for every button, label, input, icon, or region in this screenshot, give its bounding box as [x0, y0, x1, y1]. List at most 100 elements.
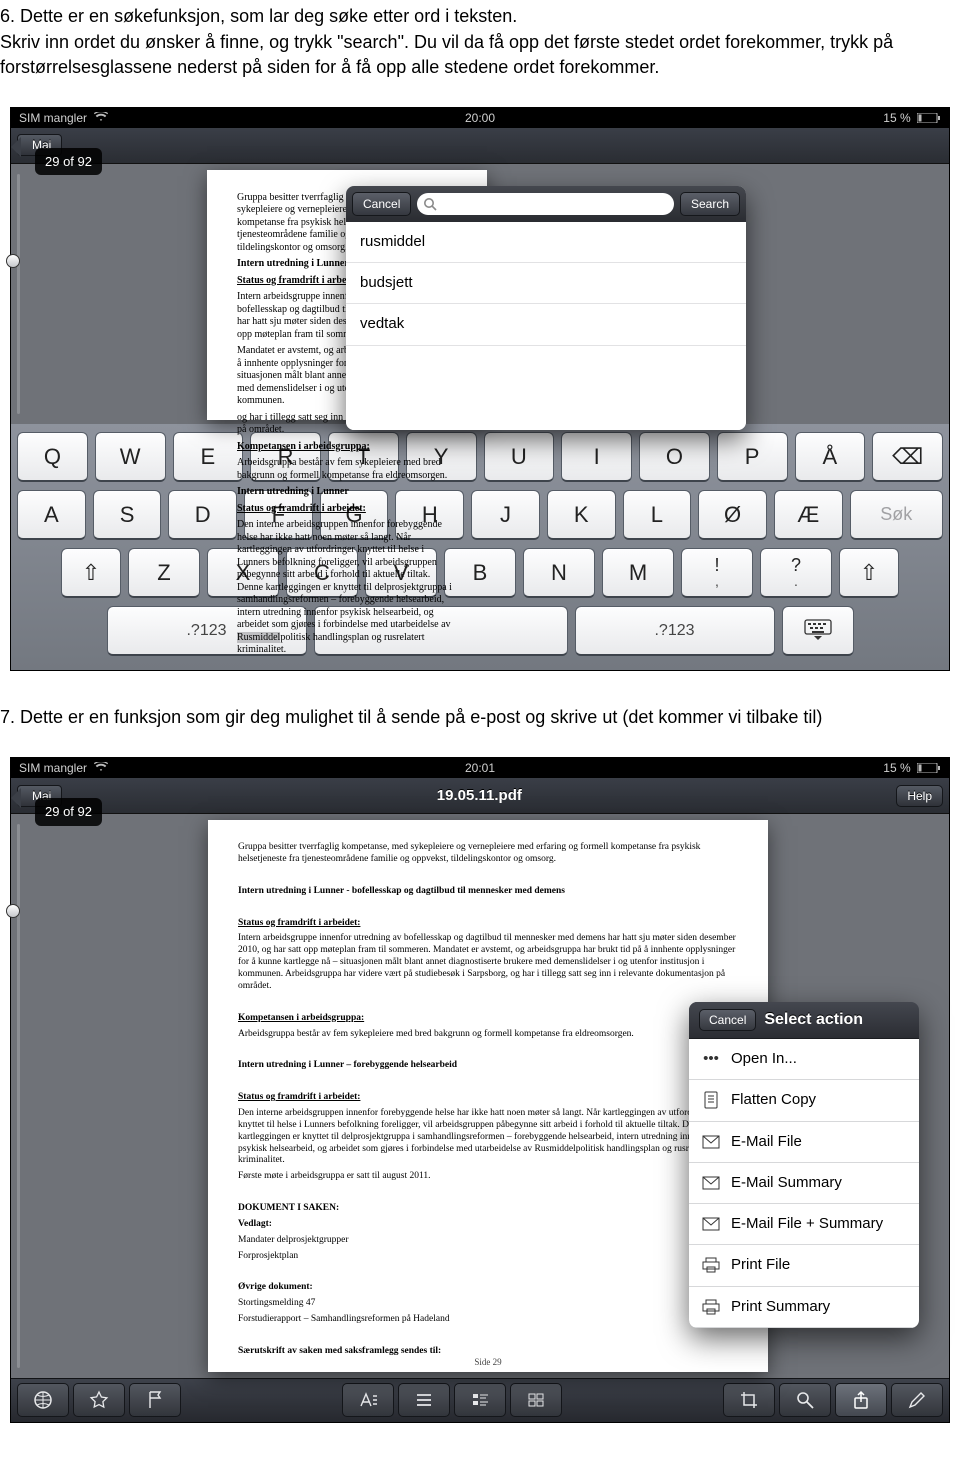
search-suggestion[interactable]: budsjett: [346, 263, 746, 304]
doc-heading: Intern utredning i Lunner - bofellesskap…: [238, 886, 738, 898]
action-email-file[interactable]: E-Mail File: [689, 1122, 919, 1163]
tool-text[interactable]: [342, 1383, 394, 1417]
instruction-6-line2: Skriv inn ordet du ønsker å finne, og tr…: [0, 30, 960, 79]
search-suggestion[interactable]: rusmiddel: [346, 222, 746, 263]
key-s[interactable]: S: [93, 490, 162, 540]
dots-icon: •••: [701, 1050, 721, 1068]
nav-bar: Mai 19.05.11.pdf Help: [11, 778, 949, 814]
key-backspace[interactable]: ⌫: [872, 432, 943, 482]
tool-browse[interactable]: [17, 1383, 69, 1417]
doc-heading: DOKUMENT I SAKEN:: [238, 1203, 738, 1215]
page-counter: 29 of 92: [35, 798, 102, 826]
nav-title: 19.05.11.pdf: [437, 786, 522, 806]
doc-text: Forprosjektplan: [238, 1251, 738, 1263]
key-l[interactable]: L: [623, 490, 692, 540]
key-e[interactable]: E: [173, 432, 244, 482]
search-suggestion[interactable]: vedtak: [346, 304, 746, 345]
scroll-track[interactable]: [11, 164, 27, 424]
key-numbers-right[interactable]: .?123: [575, 606, 775, 656]
tool-star[interactable]: [73, 1383, 125, 1417]
key-z[interactable]: Z: [128, 548, 200, 598]
instruction-6-line1: 6. Dette er en søkefunksjon, som lar deg…: [0, 4, 960, 28]
key-hide-keyboard[interactable]: [782, 606, 854, 656]
search-suggestions: rusmiddel budsjett vedtak: [346, 222, 746, 430]
key-d[interactable]: D: [168, 490, 237, 540]
scroll-thumb[interactable]: [6, 904, 20, 918]
status-bar: SIM mangler 20:00 15 %: [11, 108, 949, 128]
tool-crop[interactable]: [723, 1383, 775, 1417]
action-cancel-button[interactable]: Cancel: [699, 1009, 756, 1031]
page-number: Side 29: [208, 1357, 768, 1368]
search-input[interactable]: [417, 193, 674, 215]
key-k[interactable]: K: [547, 490, 616, 540]
doc-text: Intern arbeidsgruppe innenfor utredning …: [238, 933, 738, 992]
status-time: 20:00: [11, 110, 949, 126]
doc-heading: Vedlagt:: [238, 1219, 738, 1231]
instruction-7-line: 7. Dette er en funksjon som gir deg muli…: [0, 705, 960, 729]
doc-text: Arbeidsgruppa består av fem sykepleiere …: [237, 457, 457, 482]
doc-heading: Intern utredning i Lunner: [237, 486, 457, 499]
key-q[interactable]: Q: [17, 432, 88, 482]
action-print-file[interactable]: Print File: [689, 1245, 919, 1286]
tool-search[interactable]: [779, 1383, 831, 1417]
search-go-button[interactable]: Search: [680, 192, 740, 216]
doc-text: Den interne arbeidsgruppen innenfor fore…: [237, 519, 457, 657]
tool-share[interactable]: [835, 1383, 887, 1417]
key-search[interactable]: Søk: [850, 490, 943, 540]
doc-heading: Øvrige dokument:: [238, 1282, 738, 1294]
print-icon: [701, 1256, 721, 1274]
key-ae[interactable]: Æ: [774, 490, 843, 540]
doc-text: Forstudierapport – Samhandlingsreformen …: [238, 1314, 738, 1326]
key-j[interactable]: J: [471, 490, 540, 540]
key-aa[interactable]: Å: [795, 432, 866, 482]
key-shift-left[interactable]: ⇧: [61, 548, 121, 598]
tool-flag[interactable]: [129, 1383, 181, 1417]
nav-bar: Mai: [11, 128, 949, 164]
key-comma[interactable]: !,: [681, 548, 753, 598]
key-period[interactable]: ?.: [760, 548, 832, 598]
tool-bookmarks[interactable]: [454, 1383, 506, 1417]
mail-icon: [701, 1174, 721, 1192]
bottom-toolbar: [11, 1378, 949, 1422]
scroll-track[interactable]: [11, 814, 27, 1378]
status-bar: SIM mangler 20:01 15 %: [11, 758, 949, 778]
mail-icon: [701, 1215, 721, 1233]
key-a[interactable]: A: [17, 490, 86, 540]
doc-text: Stortingsmelding 47: [238, 1298, 738, 1310]
doc-heading: Status og framdrift i arbeidet:: [237, 503, 457, 516]
key-u[interactable]: U: [484, 432, 555, 482]
key-shift-right[interactable]: ⇧: [839, 548, 899, 598]
key-i[interactable]: I: [561, 432, 632, 482]
action-open-in[interactable]: ••• Open In...: [689, 1039, 919, 1080]
page-counter: 29 of 92: [35, 148, 102, 176]
tool-grid[interactable]: [510, 1383, 562, 1417]
action-flatten-copy[interactable]: Flatten Copy: [689, 1080, 919, 1121]
doc-heading: Intern utredning i Lunner – forebyggende…: [238, 1060, 738, 1072]
doc-text: Den interne arbeidsgruppen innenfor fore…: [238, 1108, 738, 1167]
key-w[interactable]: W: [95, 432, 166, 482]
doc-heading: Kompetansen i arbeidsgruppa:: [237, 441, 457, 454]
doc-text: Mandater delprosjektgrupper: [238, 1235, 738, 1247]
key-p[interactable]: P: [717, 432, 788, 482]
key-n[interactable]: N: [523, 548, 595, 598]
instruction-6: 6. Dette er en søkefunksjon, som lar deg…: [0, 0, 960, 101]
instruction-7: 7. Dette er en funksjon som gir deg muli…: [0, 701, 960, 751]
action-email-file-summary[interactable]: E-Mail File + Summary: [689, 1204, 919, 1245]
key-oe[interactable]: Ø: [698, 490, 767, 540]
search-cancel-button[interactable]: Cancel: [352, 192, 411, 216]
status-time: 20:01: [11, 760, 949, 776]
document-page[interactable]: Gruppa besitter tverrfaglig kompetanse, …: [208, 820, 768, 1372]
tool-outline[interactable]: [398, 1383, 450, 1417]
scroll-thumb[interactable]: [6, 254, 20, 268]
action-email-summary[interactable]: E-Mail Summary: [689, 1163, 919, 1204]
key-o[interactable]: O: [639, 432, 710, 482]
doc-heading: Kompetansen i arbeidsgruppa:: [238, 1013, 738, 1025]
action-print-summary[interactable]: Print Summary: [689, 1287, 919, 1328]
screenshot-actions: SIM mangler 20:01 15 % Mai 19.05.11.pdf …: [10, 757, 950, 1423]
keyboard: Q W E R T Y U I O P Å ⌫ A S D F G H J K …: [11, 424, 949, 670]
tool-edit[interactable]: [891, 1383, 943, 1417]
help-button[interactable]: Help: [896, 785, 943, 807]
action-sheet-title: Select action: [764, 1009, 863, 1031]
key-m[interactable]: M: [602, 548, 674, 598]
doc-heading: Status og framdrift i arbeidet:: [238, 918, 738, 930]
